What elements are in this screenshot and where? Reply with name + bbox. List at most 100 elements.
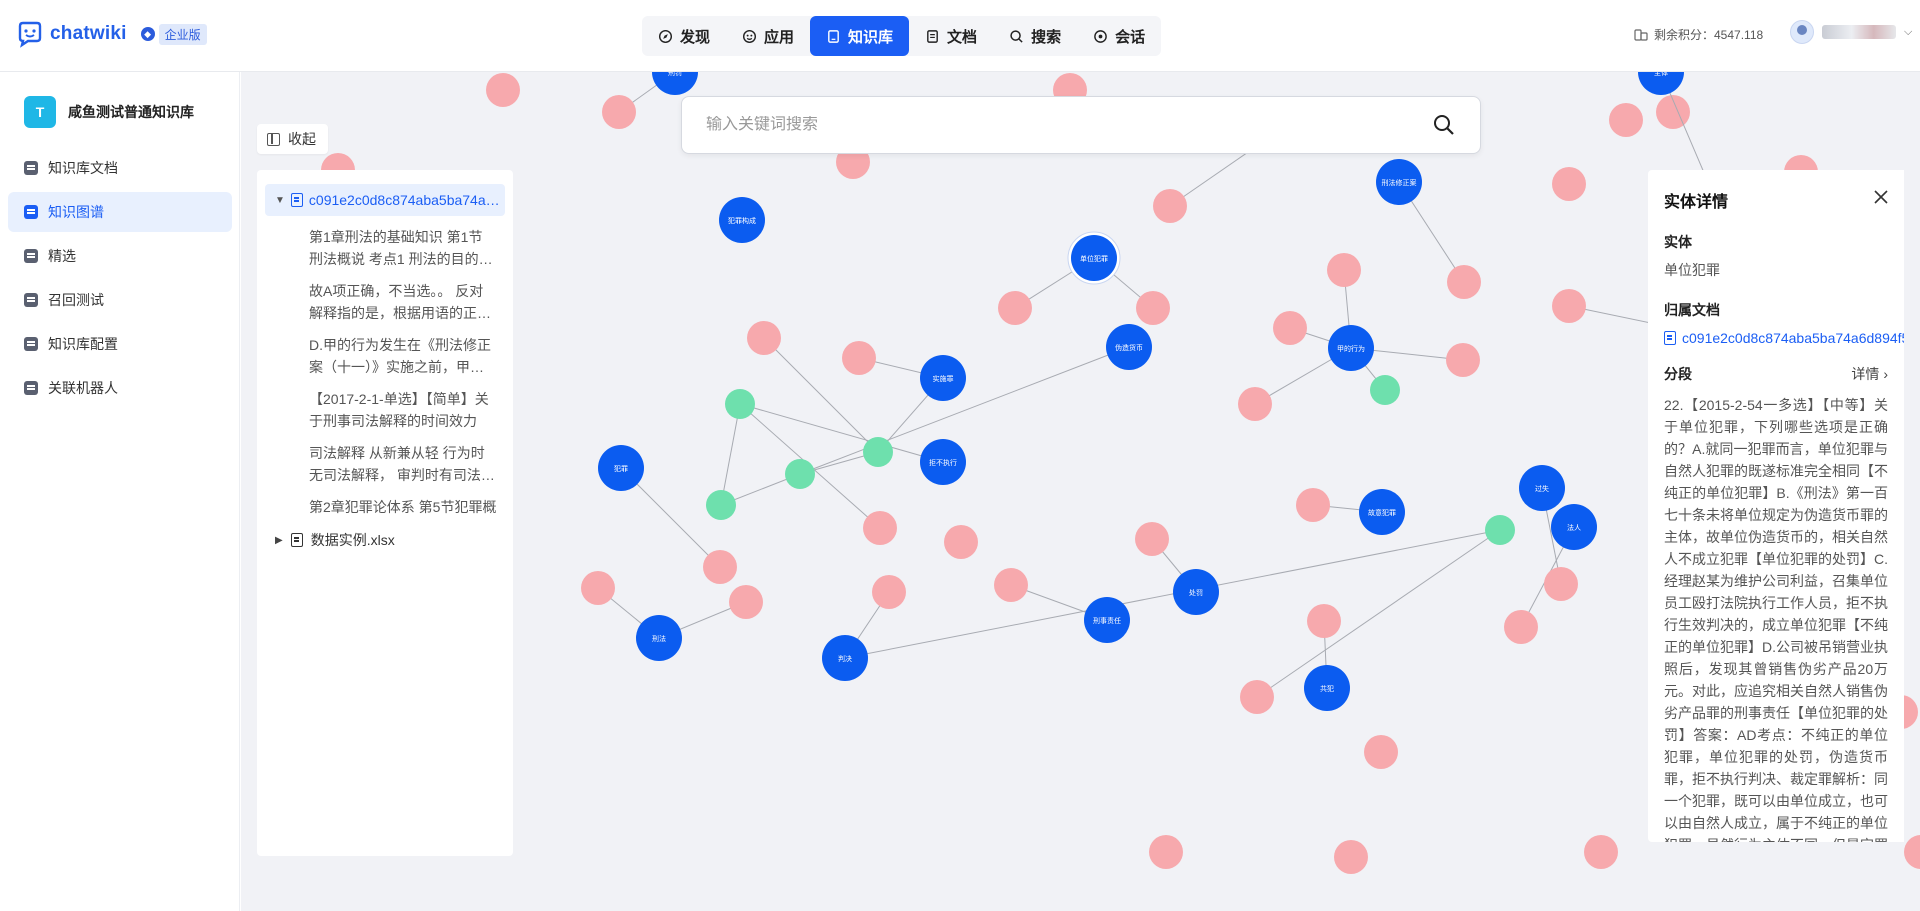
search-input[interactable] xyxy=(706,116,1432,134)
user-name-redacted xyxy=(1822,25,1896,39)
sidebar-item-label: 知识库配置 xyxy=(48,336,118,352)
graph-node[interactable] xyxy=(863,437,893,467)
sidebar-item-recall-test[interactable]: 召回测试 xyxy=(8,280,232,320)
doc-link[interactable]: c091e2c0d8c874aba5ba74a6d894f5 xyxy=(1664,330,1904,346)
graph-node[interactable] xyxy=(1153,189,1187,223)
edition-tag: ◆ 企业版 xyxy=(140,23,207,45)
chat-icon xyxy=(1094,29,1107,43)
tree-root-document[interactable]: ▼ c091e2c0d8c874aba5ba74a6d894f5 xyxy=(265,184,505,216)
tree-segment[interactable]: D.甲的行为发生在《刑法修正案（十一）》实施之前，甲不构成犯罪 xyxy=(265,324,505,378)
tree-segment[interactable]: 司法解释 从新兼从轻 行为时无司法解释， 审判时有司法解释的 xyxy=(265,432,505,486)
tree-segment[interactable]: 第1章刑法的基础知识 第1节 刑法概说 考点1 刑法的目的与任务 xyxy=(265,216,505,270)
nav-discover[interactable]: 发现 xyxy=(642,16,726,56)
avatar xyxy=(1790,20,1814,44)
collapse-button[interactable]: 收起 xyxy=(257,124,328,154)
nav-app[interactable]: 应用 xyxy=(726,16,810,56)
segment-text: 第1章刑法的基础知识 第1节 刑法概说 考点1 刑法的目的与任务 xyxy=(309,229,493,267)
graph-node-label: 过失 xyxy=(1535,484,1549,493)
graph-node[interactable] xyxy=(1136,291,1170,325)
search-icon[interactable] xyxy=(1432,113,1456,137)
top-bar: chatwiki ◆ 企业版 发现 应用 知识库 文档 搜索 会话 剩余积分：4… xyxy=(0,0,1920,72)
chatwiki-logo-icon xyxy=(18,21,42,48)
credits-text: 剩余积分：4547.118 xyxy=(1654,28,1764,42)
graph-node[interactable] xyxy=(729,585,763,619)
book-icon xyxy=(828,29,839,43)
graph-node[interactable] xyxy=(944,525,978,559)
document-icon xyxy=(290,193,303,207)
graph-node[interactable] xyxy=(486,73,520,107)
graph-node[interactable] xyxy=(1446,343,1480,377)
graph-node[interactable] xyxy=(1149,835,1183,869)
graph-node[interactable] xyxy=(1504,610,1538,644)
graph-node[interactable] xyxy=(1552,167,1586,201)
nav-documents[interactable]: 文档 xyxy=(909,16,993,56)
graph-node[interactable] xyxy=(1584,835,1618,869)
edition-label: 企业版 xyxy=(158,23,207,45)
brand-logo[interactable]: chatwiki ◆ 企业版 xyxy=(16,20,207,48)
graph-node[interactable] xyxy=(1544,567,1578,601)
graph-node[interactable] xyxy=(1447,265,1481,299)
graph-node[interactable] xyxy=(994,568,1028,602)
knowledge-base-logo: T xyxy=(24,96,56,128)
collapse-label: 收起 xyxy=(288,131,316,147)
tree-segment[interactable]: 第2章犯罪论体系 第5节犯罪概 xyxy=(265,486,505,518)
graph-node[interactable] xyxy=(1296,488,1330,522)
graph-node[interactable] xyxy=(1327,253,1361,287)
graph-node[interactable] xyxy=(1307,604,1341,638)
graph-node[interactable] xyxy=(872,575,906,609)
user-menu[interactable]: ⌵ xyxy=(1790,20,1914,44)
graph-node[interactable] xyxy=(703,550,737,584)
sidebar-item-robots[interactable]: 关联机器人 xyxy=(8,368,232,408)
sidebar-item-label: 精选 xyxy=(48,248,76,264)
graph-node-label: 法人 xyxy=(1567,523,1581,532)
graph-node[interactable] xyxy=(863,511,897,545)
sidebar-item-config[interactable]: 知识库配置 xyxy=(8,324,232,364)
graph-node[interactable] xyxy=(581,571,615,605)
caret-down-icon[interactable]: ▼ xyxy=(275,195,285,206)
nav-chat[interactable]: 会话 xyxy=(1077,16,1161,56)
graph-node[interactable] xyxy=(747,321,781,355)
graph-node[interactable] xyxy=(785,459,815,489)
graph-node[interactable] xyxy=(1609,103,1643,137)
caret-right-icon[interactable]: ▶ xyxy=(275,535,283,546)
graph-icon xyxy=(24,205,38,219)
robot-icon xyxy=(24,381,38,395)
nav-search[interactable]: 搜索 xyxy=(993,16,1077,56)
sidebar-item-featured[interactable]: 精选 xyxy=(8,236,232,276)
tree-segment[interactable]: 【2017-2-1-单选】【简单】关于刑事司法解释的时间效力 xyxy=(265,378,505,432)
document-tree-panel: ▼ c091e2c0d8c874aba5ba74a6d894f5 第1章刑法的基… xyxy=(257,170,513,856)
graph-node[interactable] xyxy=(725,389,755,419)
graph-node[interactable] xyxy=(1552,289,1586,323)
nav-knowledge-base[interactable]: 知识库 xyxy=(810,16,910,56)
tree-file-xlsx[interactable]: ▶ 数据实例.xlsx xyxy=(265,524,505,556)
segment-text: 故A项正确，不当选。。 反对解释指的是，根据用语的正面表述推导其反面含义 xyxy=(309,283,491,321)
graph-node[interactable] xyxy=(602,95,636,129)
graph-node[interactable] xyxy=(1240,680,1274,714)
graph-node[interactable] xyxy=(1364,735,1398,769)
graph-node[interactable] xyxy=(706,490,736,520)
graph-node[interactable] xyxy=(1904,835,1920,869)
graph-node[interactable] xyxy=(1135,522,1169,556)
graph-node[interactable] xyxy=(1273,311,1307,345)
nav-label: 应用 xyxy=(764,28,795,46)
entity-value: 单位犯罪 xyxy=(1664,262,1720,278)
sidebar-item-documents[interactable]: 知识库文档 xyxy=(8,148,232,188)
tree-segment[interactable]: 故A项正确，不当选。。 反对解释指的是，根据用语的正面表述推导其反面含义 xyxy=(265,270,505,324)
graph-node[interactable] xyxy=(1238,387,1272,421)
discover-icon xyxy=(658,29,673,43)
close-icon[interactable] xyxy=(1874,190,1888,204)
enterprise-icon: ◆ xyxy=(140,27,155,41)
tree-root-label: c091e2c0d8c874aba5ba74a6d894f5 xyxy=(308,192,505,208)
graph-node[interactable] xyxy=(1334,840,1368,874)
graph-node[interactable] xyxy=(998,291,1032,325)
graph-node[interactable] xyxy=(1485,515,1515,545)
segment-detail-link[interactable]: 详情 › xyxy=(1851,364,1888,384)
graph-node[interactable] xyxy=(842,341,876,375)
spreadsheet-icon xyxy=(290,533,303,547)
sidebar-item-label: 召回测试 xyxy=(48,292,104,308)
segment-text: D.甲的行为发生在《刑法修正案（十一）》实施之前，甲不构成犯罪 xyxy=(309,337,491,375)
coins-icon xyxy=(1634,28,1648,41)
doc-label: 归属文档 xyxy=(1664,302,1720,318)
sidebar-item-knowledge-graph[interactable]: 知识图谱 xyxy=(8,192,232,232)
graph-node[interactable] xyxy=(1370,375,1400,405)
